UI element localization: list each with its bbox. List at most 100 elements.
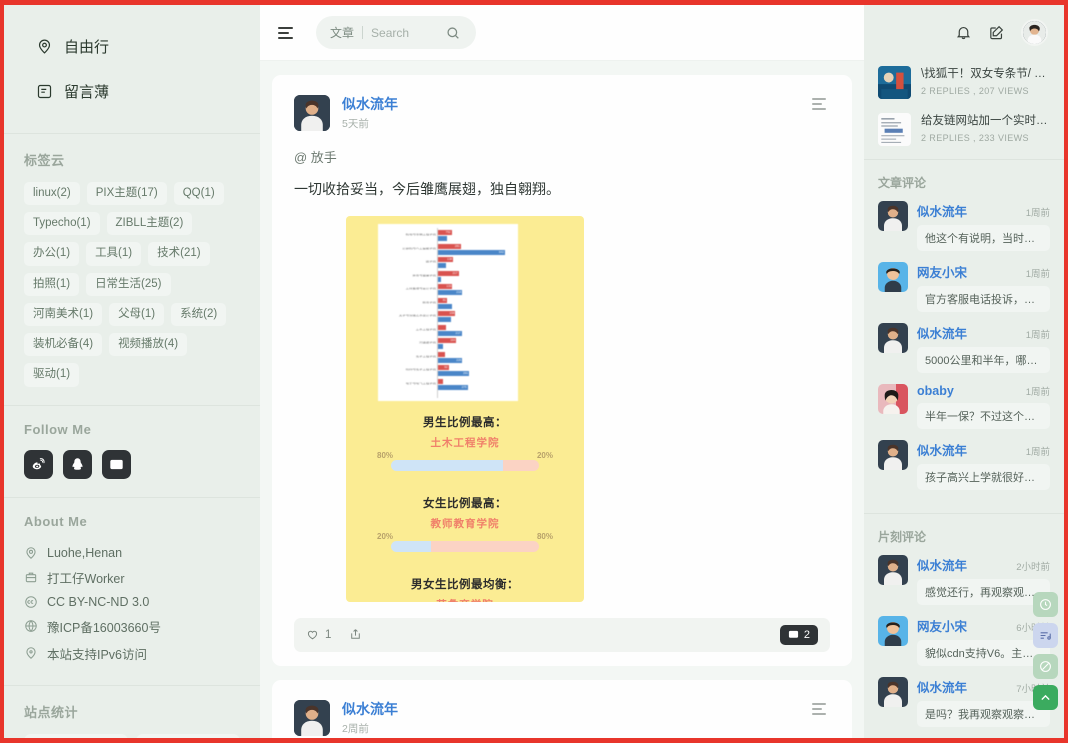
dark-mode-button[interactable] xyxy=(1033,654,1058,679)
qq-link[interactable] xyxy=(63,449,92,479)
comment-count-button[interactable]: 2 xyxy=(779,624,818,645)
comment-author[interactable]: obaby xyxy=(917,384,954,398)
comment-item[interactable]: 似水流年 1周前 他这个有说明，当时我没有… xyxy=(878,201,1050,251)
sidebar-nav: 自由行 留言薄 xyxy=(4,5,260,134)
chart-row: 土木工程学院 217 xyxy=(382,323,514,337)
about-icp: 豫ICP备16003660号 xyxy=(24,613,240,640)
comment-count: 2 xyxy=(803,628,810,641)
section-title: 片刻评论 xyxy=(878,530,927,544)
sidebar-item-travel[interactable]: 自由行 xyxy=(24,27,240,66)
avatar[interactable] xyxy=(294,699,330,736)
tag-item[interactable]: QQ(1) xyxy=(173,182,224,206)
comment-item[interactable]: 似水流年 7小时前 是吗？我再观察观察！空间… xyxy=(878,677,1050,727)
comment-item[interactable]: 似水流年 1周前 孩子高兴上学就很好，就怕… xyxy=(878,440,1050,490)
bell-icon[interactable] xyxy=(955,24,972,41)
list-item[interactable]: 给友链网站加一个实时快照 2 REPLIES , 233 VIEWS xyxy=(878,106,1050,153)
list-item[interactable]: \找狐干！双女专条节/ 的春… 2 REPLIES , 207 VIEWS xyxy=(878,59,1050,106)
comment-author[interactable]: 似水流年 xyxy=(917,677,967,696)
comment-time: 1周前 xyxy=(1025,269,1050,280)
comment-text: 5000公里和半年，哪个先到… xyxy=(917,347,1050,373)
comment-author[interactable]: 似水流年 xyxy=(917,440,967,459)
post-stats: 2 REPLIES , 207 VIEWS xyxy=(921,86,1029,97)
tag-item[interactable]: 拍照(1) xyxy=(24,272,80,296)
stat-articles[interactable]: 文章 62 xyxy=(24,733,128,738)
comment-item[interactable]: 似水流年 2小时前 感觉还行，再观察观察访问… xyxy=(878,555,1050,605)
comment-header: 似水流年 2小时前 xyxy=(917,555,1050,574)
music-list-button[interactable] xyxy=(1033,623,1058,648)
tag-item[interactable]: 日常生活(25) xyxy=(86,272,171,296)
comment-item[interactable]: 网友小宋 1周前 官方客服电话投诉，消保投… xyxy=(878,262,1050,312)
comment-author[interactable]: 似水流年 xyxy=(917,201,967,220)
sidebar-item-label: 留言薄 xyxy=(64,84,110,101)
infographic-block: 男生比例最高： 土木工程学院 80% 20% xyxy=(346,414,584,471)
comment-author[interactable]: 网友小宋 xyxy=(917,616,967,635)
post-menu-icon[interactable] xyxy=(812,700,830,718)
tag-item[interactable]: 工具(1) xyxy=(86,242,142,266)
tag-item[interactable]: Typecho(1) xyxy=(24,212,100,236)
chart-category-label: 医学院 xyxy=(425,261,436,264)
post-image-infographic[interactable]: 机电与车辆工程学院 752 计算机与人工智能学院 281 642 医学院 138 体育与… xyxy=(346,215,584,602)
comment-item[interactable]: obaby 1周前 半年一保？不过这个中断导… xyxy=(878,384,1050,429)
share-button[interactable] xyxy=(349,628,362,641)
tag-item[interactable]: 父母(1) xyxy=(109,302,165,327)
tag-item[interactable]: 驱动(1) xyxy=(24,363,80,387)
user-avatar[interactable] xyxy=(1021,18,1048,46)
tag-item[interactable]: 装机必备(4) xyxy=(24,333,103,357)
infographic-block: 男女生比例最均衡： 范蠡商学院 xyxy=(346,576,584,602)
search-icon[interactable] xyxy=(445,25,461,41)
search-bar[interactable]: 文章 xyxy=(316,16,476,49)
tag-item[interactable]: ZIBLL主题(2) xyxy=(106,212,193,236)
tag-item[interactable]: 系统(2) xyxy=(171,302,227,327)
like-count: 1 xyxy=(325,628,332,641)
hot-posts-list: \找狐干！双女专条节/ 的春… 2 REPLIES , 207 VIEWS 给友… xyxy=(864,59,1064,153)
floating-action-buttons xyxy=(1033,592,1058,710)
tag-item[interactable]: linux(2) xyxy=(24,182,80,206)
post-thumbnail xyxy=(878,66,911,99)
chart-row: 体育与健康学院 217 xyxy=(382,269,514,283)
search-input[interactable] xyxy=(371,25,438,40)
tag-item[interactable]: 办公(1) xyxy=(24,242,80,266)
contrast-moon-icon xyxy=(1040,661,1051,672)
comment-item[interactable]: 似水流年 1周前 5000公里和半年，哪个先到… xyxy=(878,323,1050,373)
compose-icon[interactable] xyxy=(988,24,1005,41)
chart-row: 工商管理与会计学院 133 218 xyxy=(382,283,514,297)
site-stats-title: 站点统计 xyxy=(24,704,79,720)
tag-item[interactable]: PIX主题(17) xyxy=(86,182,167,206)
tag-item[interactable]: 河南美术(1) xyxy=(24,302,103,327)
comment-item[interactable]: 网友小宋 6小时前 貌似cdn支持V6。主机没弄 xyxy=(878,616,1050,666)
tag-item[interactable]: 技术(21) xyxy=(148,242,210,266)
about-text: 本站支持IPv6访问 xyxy=(47,647,148,662)
chart-bar-female: 218 xyxy=(438,290,463,296)
like-button[interactable]: 1 xyxy=(306,628,331,641)
infographic-blocks: 男生比例最高： 土木工程学院 80% 20% 女生比例最高： 教师教育学院 20… xyxy=(346,414,584,602)
post-footer: 1 2 xyxy=(294,617,830,652)
about-me-card: About Me Luohe,Henan 打工仔Worker CC BY-NC-… xyxy=(4,498,260,686)
tag-item[interactable]: 视频播放(4) xyxy=(109,333,188,357)
comment-author[interactable]: 似水流年 xyxy=(917,323,967,342)
search-divider xyxy=(362,26,364,39)
back-to-top-button[interactable] xyxy=(1033,685,1058,710)
comment-body: obaby 1周前 半年一保？不过这个中断导… xyxy=(917,384,1050,429)
avatar[interactable] xyxy=(294,95,330,131)
post-author[interactable]: 似水流年 xyxy=(342,95,800,113)
email-link[interactable] xyxy=(102,449,131,479)
stat-moments[interactable]: 片刻 99 xyxy=(136,733,240,738)
hamburger-icon[interactable] xyxy=(278,22,300,44)
comment-text: 貌似cdn支持V6。主机没弄 xyxy=(917,640,1050,666)
chart-bar-male: 133 xyxy=(438,284,453,290)
qq-icon xyxy=(72,457,83,470)
chart-bar-male xyxy=(438,378,444,384)
avatar xyxy=(878,323,908,353)
avatar xyxy=(878,201,908,231)
search-scope-label[interactable]: 文章 xyxy=(330,24,354,41)
post-menu-icon[interactable] xyxy=(812,95,830,113)
post-author[interactable]: 似水流年 xyxy=(342,700,800,718)
theme-clock-button[interactable] xyxy=(1033,592,1058,617)
email-icon xyxy=(110,459,123,469)
comment-author[interactable]: 似水流年 xyxy=(917,555,967,574)
embedded-bar-chart: 机电与车辆工程学院 752 计算机与人工智能学院 281 642 医学院 138 体育与… xyxy=(378,223,518,401)
comment-author[interactable]: 网友小宋 xyxy=(917,262,967,281)
weibo-link[interactable] xyxy=(24,449,53,479)
chart-bar-female xyxy=(438,344,443,350)
sidebar-item-guestbook[interactable]: 留言薄 xyxy=(24,72,240,111)
